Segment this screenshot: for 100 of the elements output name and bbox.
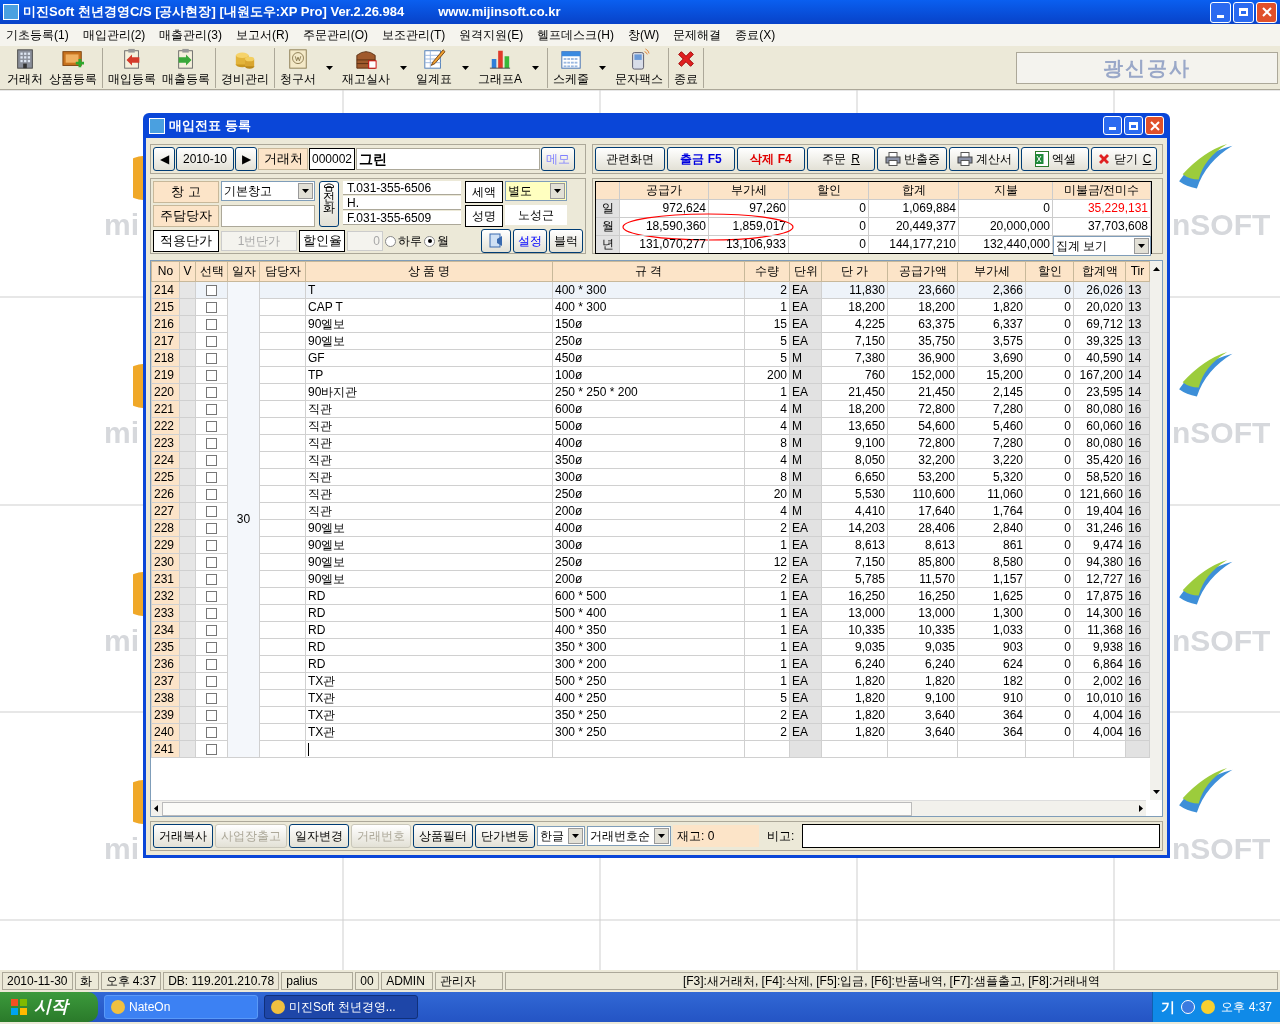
row-checkbox[interactable]: [206, 471, 217, 483]
row-checkbox[interactable]: [206, 420, 217, 432]
row-checkbox[interactable]: [206, 539, 217, 551]
icon-button[interactable]: [481, 229, 511, 253]
toolbar-button[interactable]: 상품등록: [46, 47, 100, 88]
side-button[interactable]: 블럭: [549, 229, 583, 253]
row-checkbox[interactable]: [206, 726, 217, 738]
column-header[interactable]: 단 가: [821, 261, 888, 282]
bottom-button[interactable]: 단가변동: [475, 824, 535, 848]
manager-field[interactable]: [221, 205, 315, 227]
column-header[interactable]: 할인: [1025, 261, 1074, 282]
view-select[interactable]: 집계 보기: [1053, 236, 1151, 256]
column-header[interactable]: 공급가액: [887, 261, 958, 282]
menu-item[interactable]: 매입관리(2): [82, 26, 146, 44]
action-button[interactable]: 계산서: [949, 147, 1019, 171]
menu-item[interactable]: 기초등록(1): [6, 26, 69, 44]
toolbar-button[interactable]: 종료: [671, 47, 701, 88]
row-checkbox[interactable]: [206, 369, 217, 381]
taskbar-button[interactable]: NateOn: [104, 995, 258, 1019]
toolbar-button[interactable]: 재고실사: [339, 47, 393, 88]
menu-item[interactable]: 문제해결: [673, 26, 722, 44]
row-checkbox[interactable]: [206, 709, 217, 721]
toolbar-button[interactable]: 경비관리: [218, 47, 272, 88]
column-header[interactable]: 선택: [195, 261, 228, 282]
row-checkbox[interactable]: [206, 743, 217, 755]
row-checkbox[interactable]: [206, 284, 217, 296]
row-checkbox[interactable]: [206, 522, 217, 534]
tax-select[interactable]: 별도: [505, 181, 567, 201]
action-button[interactable]: 주문 R: [807, 147, 875, 171]
row-checkbox[interactable]: [206, 573, 217, 585]
toolbar-button[interactable]: 거래처: [4, 47, 46, 88]
column-header[interactable]: V: [179, 261, 196, 282]
up-arrow-icon[interactable]: [1152, 267, 1160, 271]
period-button[interactable]: 2010-10: [176, 147, 234, 171]
toolbar-button[interactable]: 문자팩스: [612, 47, 666, 88]
maximize-button[interactable]: [1233, 1, 1254, 23]
bottom-button[interactable]: 거래복사: [153, 824, 213, 848]
horizontal-scrollbar[interactable]: [151, 800, 1146, 816]
action-button[interactable]: 엑셀: [1021, 147, 1089, 171]
row-checkbox[interactable]: [206, 386, 217, 398]
radio-button[interactable]: [424, 235, 435, 247]
action-button[interactable]: 반출증: [877, 147, 947, 171]
toolbar-button[interactable]: 청구서: [277, 47, 319, 88]
row-checkbox[interactable]: [206, 301, 217, 313]
menu-item[interactable]: 보조관리(T): [382, 26, 446, 44]
action-button[interactable]: 삭제 F4: [737, 147, 805, 171]
close-button[interactable]: [1145, 116, 1164, 135]
column-header[interactable]: Tir: [1125, 261, 1150, 282]
column-header[interactable]: 규 격: [552, 261, 745, 282]
action-button[interactable]: 관련화면: [595, 147, 665, 171]
menu-item[interactable]: 창(W): [628, 26, 660, 44]
client-name-field[interactable]: 그린: [356, 148, 540, 170]
row-checkbox[interactable]: [206, 607, 217, 619]
row-checkbox[interactable]: [206, 692, 217, 704]
side-button[interactable]: 설정: [513, 229, 547, 253]
down-arrow-icon[interactable]: [1152, 790, 1160, 794]
warehouse-select[interactable]: 기본창고: [221, 181, 315, 201]
row-checkbox[interactable]: [206, 556, 217, 568]
note-field[interactable]: [802, 824, 1160, 848]
column-header[interactable]: No: [151, 261, 180, 282]
row-checkbox[interactable]: [206, 488, 217, 500]
menu-item[interactable]: 매출관리(3): [159, 26, 222, 44]
taskbar-button[interactable]: 미진Soft 천년경영...: [264, 995, 418, 1019]
radio-button[interactable]: [385, 235, 396, 247]
next-button[interactable]: ▶: [235, 147, 257, 171]
column-header[interactable]: 담당자: [259, 261, 306, 282]
menu-item[interactable]: 종료(X): [735, 26, 776, 44]
language-select[interactable]: 한글: [537, 826, 585, 846]
maximize-button[interactable]: [1124, 116, 1143, 135]
start-button[interactable]: 시작: [0, 992, 98, 1022]
action-button[interactable]: 닫기 C: [1091, 147, 1157, 171]
bottom-button[interactable]: 상품필터: [413, 824, 473, 848]
row-checkbox[interactable]: [206, 454, 217, 466]
row-checkbox[interactable]: [206, 437, 217, 449]
column-header[interactable]: 합계액: [1073, 261, 1126, 282]
minimize-button[interactable]: [1103, 116, 1122, 135]
row-checkbox[interactable]: [206, 624, 217, 636]
column-header[interactable]: 부가세: [957, 261, 1026, 282]
toolbar-button[interactable]: 그래프A: [475, 47, 525, 88]
ime-indicator[interactable]: 기: [1161, 996, 1176, 1018]
column-header[interactable]: 일자: [227, 261, 260, 282]
row-checkbox[interactable]: [206, 352, 217, 364]
toolbar-button[interactable]: 일계표: [413, 47, 455, 88]
bottom-button[interactable]: 일자변경: [289, 824, 349, 848]
close-button[interactable]: [1256, 1, 1277, 23]
action-button[interactable]: 출금 F5: [667, 147, 735, 171]
tax-button[interactable]: 세액: [465, 181, 503, 203]
row-checkbox[interactable]: [206, 590, 217, 602]
row-checkbox[interactable]: [206, 403, 217, 415]
menu-item[interactable]: 헬프데스크(H): [537, 26, 614, 44]
row-checkbox[interactable]: [206, 641, 217, 653]
column-header[interactable]: 상 품 명: [305, 261, 553, 282]
phone-button[interactable]: 전화: [319, 181, 339, 227]
column-header[interactable]: 단위: [789, 261, 822, 282]
left-arrow-icon[interactable]: [154, 805, 158, 812]
contact-button[interactable]: 성명: [465, 205, 503, 227]
row-checkbox[interactable]: [206, 318, 217, 330]
prev-button[interactable]: ◀: [153, 147, 175, 171]
vertical-scrollbar[interactable]: [1150, 261, 1162, 800]
menu-item[interactable]: 주문관리(O): [302, 26, 368, 44]
